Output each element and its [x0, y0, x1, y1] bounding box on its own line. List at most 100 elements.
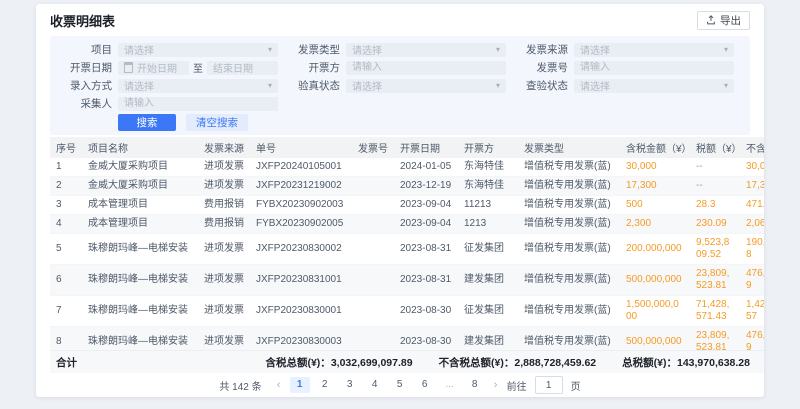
cell-no: 8: [50, 327, 82, 351]
cell-invoice-no: [352, 215, 394, 234]
page-button-2[interactable]: 2: [315, 377, 335, 393]
table-row: 4 成本管理项目 费用报销 FYBX20230902005 2023-09-04…: [50, 215, 764, 234]
export-icon: [706, 15, 716, 25]
cell-project: 珠穆朗玛峰—电梯安装: [82, 296, 198, 327]
cell-net: 30,000: [740, 158, 764, 177]
cell-source: 费用报销: [198, 196, 250, 215]
end-date-input[interactable]: 结束日期: [207, 61, 278, 75]
page-button-1[interactable]: 1: [290, 377, 310, 393]
cell-issuer: 征发集团: [458, 234, 518, 265]
cell-project: 珠穆朗玛峰—电梯安装: [82, 327, 198, 351]
entry-method-select[interactable]: 请选择 ▾: [118, 79, 278, 93]
check-status-select[interactable]: 请选择 ▾: [574, 79, 734, 93]
filter-actions: 搜索 清空搜索: [118, 114, 742, 131]
filter-label: 发票类型: [286, 42, 340, 57]
cell-source: 进项发票: [198, 177, 250, 196]
cell-type: 增值税专用发票(蓝): [518, 234, 620, 265]
select-placeholder: 请选择: [352, 78, 382, 93]
column-header-net: 不含税金额（¥）: [740, 137, 764, 158]
filter-label: 开票日期: [58, 60, 112, 75]
cell-project: 金威大厦采购项目: [82, 177, 198, 196]
cell-order: FYBX20230902005: [250, 215, 352, 234]
search-button[interactable]: 搜索: [118, 114, 176, 131]
cell-amount: 500,000,000: [620, 265, 690, 296]
invoice-type-select[interactable]: 请选择 ▾: [346, 43, 506, 57]
goto-page-input[interactable]: [535, 376, 563, 394]
cell-tax: 28.3: [690, 196, 740, 215]
pagination-total: 共 142 条: [219, 378, 261, 393]
cell-no: 4: [50, 215, 82, 234]
cell-no: 5: [50, 234, 82, 265]
cell-issuer: 征发集团: [458, 296, 518, 327]
cell-source: 费用报销: [198, 215, 250, 234]
cell-issuer: 东海特佳: [458, 177, 518, 196]
cell-invoice-no: [352, 177, 394, 196]
collector-input[interactable]: [118, 97, 278, 111]
table-row: 7 珠穆朗玛峰—电梯安装 进项发票 JXFP20230830001 2023-0…: [50, 296, 764, 327]
invoice-source-select[interactable]: 请选择 ▾: [574, 43, 734, 57]
page-button-5[interactable]: 5: [390, 377, 410, 393]
select-placeholder: 请选择: [580, 78, 610, 93]
page-button-4[interactable]: 4: [365, 377, 385, 393]
cell-net: 2,069.91: [740, 215, 764, 234]
cell-issuer: 1213: [458, 215, 518, 234]
issuer-input[interactable]: [346, 61, 506, 75]
cell-issuer: 东海特佳: [458, 158, 518, 177]
cell-project: 珠穆朗玛峰—电梯安装: [82, 234, 198, 265]
filter-entry-method: 录入方式 请选择 ▾: [58, 78, 278, 93]
cell-no: 6: [50, 265, 82, 296]
start-date-input[interactable]: 开始日期: [118, 61, 189, 75]
next-page-button[interactable]: ›: [490, 379, 502, 391]
cell-order: JXFP20230830001: [250, 296, 352, 327]
cell-tax: 9,523,809.52: [690, 234, 740, 265]
clear-search-button[interactable]: 清空搜索: [186, 114, 248, 131]
page-button-8[interactable]: 8: [465, 377, 485, 393]
cell-no: 7: [50, 296, 82, 327]
cell-no: 1: [50, 158, 82, 177]
page-button-6[interactable]: 6: [415, 377, 435, 393]
chevron-down-icon: ▾: [268, 82, 272, 90]
prev-page-button[interactable]: ‹: [273, 379, 285, 391]
cell-project: 珠穆朗玛峰—电梯安装: [82, 265, 198, 296]
table-row: 3 成本管理项目 费用报销 FYBX20230902003 2023-09-04…: [50, 196, 764, 215]
page-ellipsis: ...: [440, 377, 460, 393]
cell-invoice-no: [352, 234, 394, 265]
cell-date: 2023-08-30: [394, 296, 458, 327]
filter-label: 发票来源: [514, 42, 568, 57]
cell-order: JXFP20230831001: [250, 265, 352, 296]
export-button[interactable]: 导出: [697, 11, 750, 30]
cell-order: JXFP20231219002: [250, 177, 352, 196]
invoice-no-input[interactable]: [574, 61, 734, 75]
project-select[interactable]: 请选择 ▾: [118, 43, 278, 57]
table-row: 1 金威大厦采购项目 进项发票 JXFP20240105001 2024-01-…: [50, 158, 764, 177]
filter-label: 录入方式: [58, 78, 112, 93]
select-placeholder: 请选择: [580, 42, 610, 57]
date-range-separator: 至: [193, 60, 203, 75]
cell-source: 进项发票: [198, 158, 250, 177]
cell-net: 17,300: [740, 177, 764, 196]
cell-project: 成本管理项目: [82, 215, 198, 234]
cell-type: 增值税专用发票(蓝): [518, 296, 620, 327]
table-row: 2 金威大厦采购项目 进项发票 JXFP20231219002 2023-12-…: [50, 177, 764, 196]
cell-date: 2023-08-31: [394, 234, 458, 265]
filter-issuer: 开票方: [286, 60, 506, 75]
cell-tax: 71,428,571.43: [690, 296, 740, 327]
chevron-down-icon: ▾: [496, 46, 500, 54]
cell-date: 2023-09-04: [394, 196, 458, 215]
cell-amount: 500,000,000: [620, 327, 690, 351]
chevron-down-icon: ▾: [496, 82, 500, 90]
cell-project: 金威大厦采购项目: [82, 158, 198, 177]
page-button-3[interactable]: 3: [340, 377, 360, 393]
filter-label: 采集人: [58, 96, 112, 111]
table-row: 5 珠穆朗玛峰—电梯安装 进项发票 JXFP20230830002 2023-0…: [50, 234, 764, 265]
cell-order: FYBX20230902003: [250, 196, 352, 215]
cell-invoice-no: [352, 296, 394, 327]
select-placeholder: 请选择: [124, 78, 154, 93]
cell-source: 进项发票: [198, 327, 250, 351]
cell-issuer: 建发集团: [458, 265, 518, 296]
column-header-project: 项目名称: [82, 137, 198, 158]
cell-amount: 200,000,000: [620, 234, 690, 265]
filter-label: 发票号: [514, 60, 568, 75]
date-placeholder: 开始日期: [137, 60, 177, 75]
verify-status-select[interactable]: 请选择 ▾: [346, 79, 506, 93]
